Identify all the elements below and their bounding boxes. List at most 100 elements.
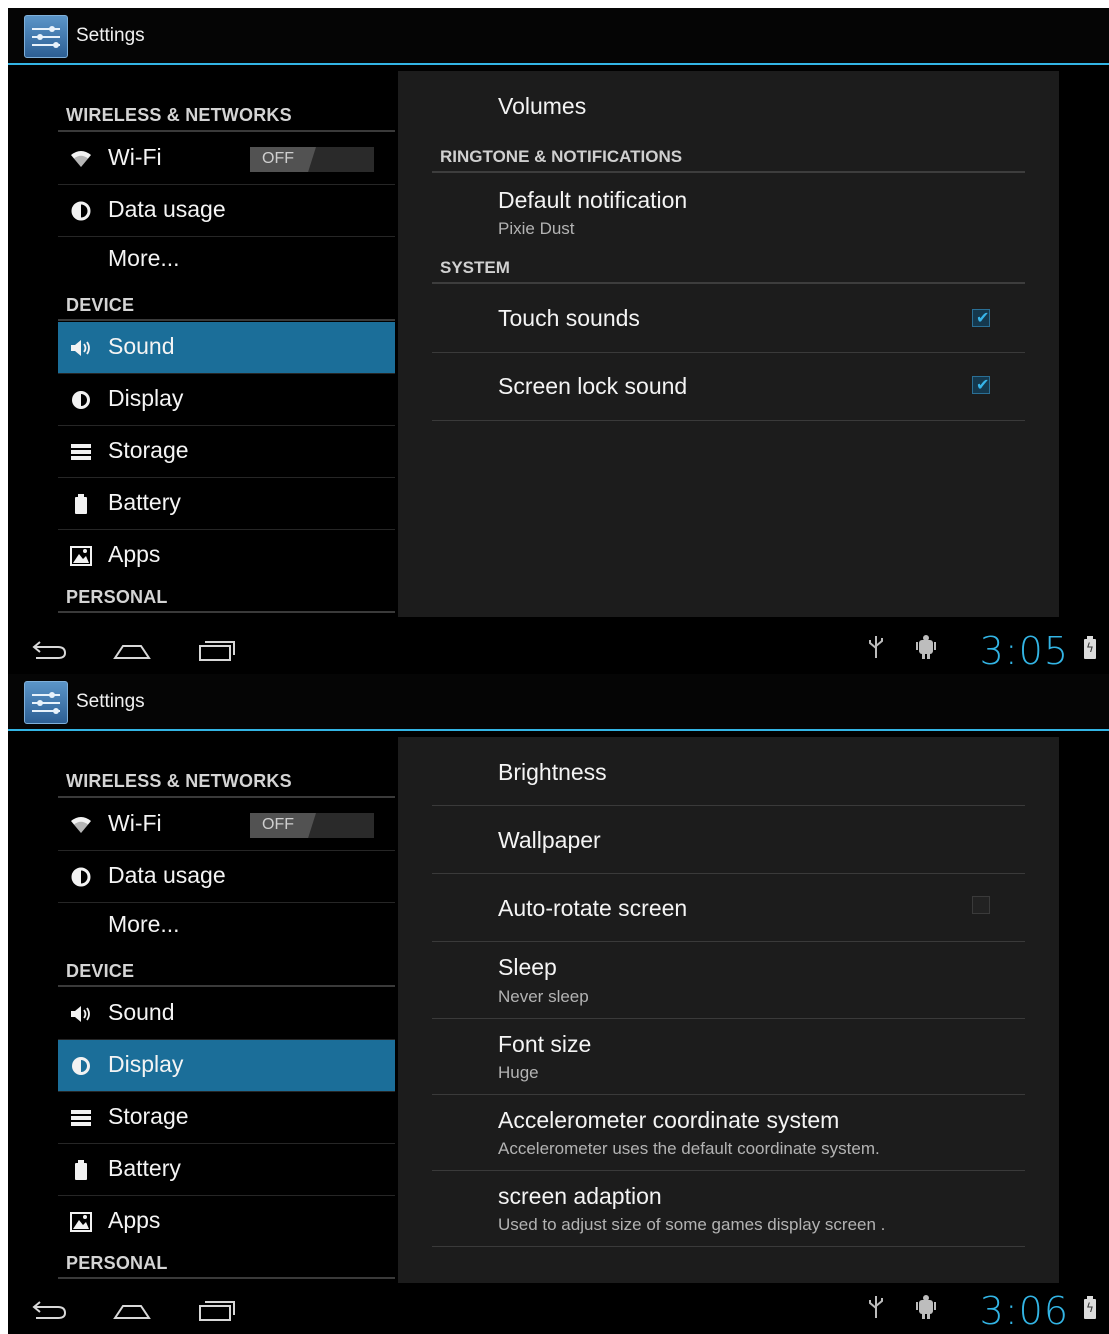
battery-icon — [70, 493, 92, 515]
section-rule — [58, 796, 395, 798]
apps-icon — [70, 1211, 92, 1233]
pref-font-size[interactable]: Font size Huge — [398, 1019, 1059, 1095]
wifi-toggle-label: OFF — [262, 816, 294, 833]
check-icon: ✔ — [976, 308, 990, 327]
action-bar: Settings — [8, 674, 1109, 731]
system-bar: 3:06 ϟ — [8, 1286, 1109, 1334]
section-rule — [58, 1277, 395, 1279]
section-rule — [58, 611, 395, 613]
pref-title: Font size — [498, 1031, 592, 1057]
nav-item-more[interactable]: More... — [58, 237, 395, 283]
touch-sounds-checkbox[interactable]: ✔ — [972, 309, 990, 327]
android-debug-icon — [916, 634, 936, 664]
check-icon: ✔ — [976, 375, 990, 394]
pref-touch-sounds[interactable]: Touch sounds ✔ — [398, 284, 1059, 352]
pref-divider — [432, 1246, 1025, 1247]
nav-item-storage[interactable]: Storage — [58, 426, 395, 477]
home-icon[interactable] — [112, 636, 152, 664]
action-bar-divider — [8, 729, 1109, 731]
screen-lock-sound-checkbox[interactable]: ✔ — [972, 376, 990, 394]
pref-title: Accelerometer coordinate system — [498, 1107, 840, 1133]
nav-item-battery[interactable]: Battery — [58, 478, 395, 529]
pref-title: Sleep — [498, 954, 557, 980]
category-header-ringtone: RINGTONE & NOTIFICATIONS — [440, 147, 683, 166]
nav-item-wifi[interactable]: Wi-Fi OFF — [58, 799, 395, 850]
back-icon[interactable] — [30, 636, 70, 664]
apps-icon — [70, 545, 92, 567]
pref-default-notification[interactable]: Default notification Pixie Dust — [398, 173, 1059, 253]
wifi-toggle-label: OFF — [262, 150, 294, 167]
nav-item-sound[interactable]: Sound — [58, 988, 395, 1039]
battery-charging-icon: ϟ — [1084, 636, 1096, 659]
back-icon[interactable] — [30, 1296, 70, 1324]
pref-title: Default notification — [498, 187, 688, 213]
section-rule — [58, 130, 395, 132]
usb-icon — [868, 1294, 884, 1324]
app-title: Settings — [76, 691, 145, 712]
settings-screen-display: Settings WIRELESS & NETWORKS Wi-Fi OFF D… — [8, 674, 1109, 1334]
pref-title: Wallpaper — [498, 827, 601, 853]
recents-icon[interactable] — [196, 636, 236, 664]
nav-item-label: More... — [108, 245, 180, 271]
section-rule — [58, 985, 395, 987]
recents-icon[interactable] — [196, 1296, 236, 1324]
auto-rotate-checkbox[interactable] — [972, 896, 990, 914]
settings-screen-sound: Settings WIRELESS & NETWORKS Wi-Fi OFF D… — [8, 8, 1109, 674]
wifi-toggle[interactable]: OFF — [250, 813, 374, 838]
storage-icon — [70, 1107, 92, 1129]
section-header-wireless: WIRELESS & NETWORKS — [66, 105, 292, 125]
brightness-icon — [70, 389, 92, 411]
pref-summary: Accelerometer uses the default coordinat… — [498, 1139, 880, 1158]
android-debug-icon — [916, 1294, 936, 1324]
section-rule — [58, 319, 395, 321]
nav-item-data-usage[interactable]: Data usage — [58, 185, 395, 236]
pref-screen-lock-sound[interactable]: Screen lock sound ✔ — [398, 353, 1059, 421]
wifi-icon — [70, 148, 92, 170]
pref-auto-rotate[interactable]: Auto-rotate screen — [398, 874, 1059, 942]
nav-item-apps[interactable]: Apps — [58, 530, 395, 581]
nav-item-apps[interactable]: Apps — [58, 1196, 395, 1247]
nav-item-label: Battery — [108, 1155, 181, 1181]
pref-summary: Huge — [498, 1063, 539, 1082]
pref-accelerometer[interactable]: Accelerometer coordinate system Accelero… — [398, 1095, 1059, 1171]
nav-item-display[interactable]: Display — [58, 374, 395, 425]
nav-item-sound[interactable]: Sound — [58, 322, 395, 373]
section-header-device: DEVICE — [66, 961, 135, 981]
nav-item-label: Battery — [108, 489, 181, 515]
pref-sleep[interactable]: Sleep Never sleep — [398, 942, 1059, 1018]
pref-summary: Used to adjust size of some games displa… — [498, 1215, 886, 1234]
nav-item-label: Apps — [108, 541, 161, 567]
pref-volumes[interactable]: Volumes — [398, 71, 1059, 143]
pref-title: screen adaption — [498, 1183, 662, 1209]
pref-title: Screen lock sound — [498, 373, 688, 399]
pref-screen-adaption[interactable]: screen adaption Used to adjust size of s… — [398, 1171, 1059, 1247]
system-bar: 3:05 ϟ — [8, 626, 1109, 674]
pref-divider — [432, 420, 1025, 421]
nav-item-storage[interactable]: Storage — [58, 1092, 395, 1143]
nav-item-wifi[interactable]: Wi-Fi OFF — [58, 133, 395, 184]
section-header-personal: PERSONAL — [66, 587, 168, 607]
sound-settings-panel: Volumes RINGTONE & NOTIFICATIONS Default… — [398, 71, 1059, 617]
pref-brightness[interactable]: Brightness — [398, 737, 1059, 805]
wifi-toggle[interactable]: OFF — [250, 147, 374, 172]
battery-charging-icon: ϟ — [1084, 1296, 1096, 1319]
settings-icon[interactable] — [24, 15, 68, 58]
settings-icon[interactable] — [24, 681, 68, 724]
clock: 3:06 — [979, 1289, 1069, 1333]
section-header-device: DEVICE — [66, 295, 135, 315]
nav-item-label: Sound — [108, 999, 175, 1025]
display-settings-panel: Brightness Wallpaper Auto-rotate screen … — [398, 737, 1059, 1283]
nav-item-label: Data usage — [108, 196, 226, 222]
nav-item-display[interactable]: Display — [58, 1040, 395, 1091]
home-icon[interactable] — [112, 1296, 152, 1324]
nav-item-data-usage[interactable]: Data usage — [58, 851, 395, 902]
brightness-icon — [70, 1055, 92, 1077]
data-usage-icon — [70, 200, 92, 222]
pref-wallpaper[interactable]: Wallpaper — [398, 806, 1059, 874]
pref-title: Touch sounds — [498, 305, 640, 331]
nav-item-label: Sound — [108, 333, 175, 359]
nav-item-more[interactable]: More... — [58, 903, 395, 949]
storage-icon — [70, 441, 92, 463]
nav-item-label: More... — [108, 911, 180, 937]
nav-item-battery[interactable]: Battery — [58, 1144, 395, 1195]
